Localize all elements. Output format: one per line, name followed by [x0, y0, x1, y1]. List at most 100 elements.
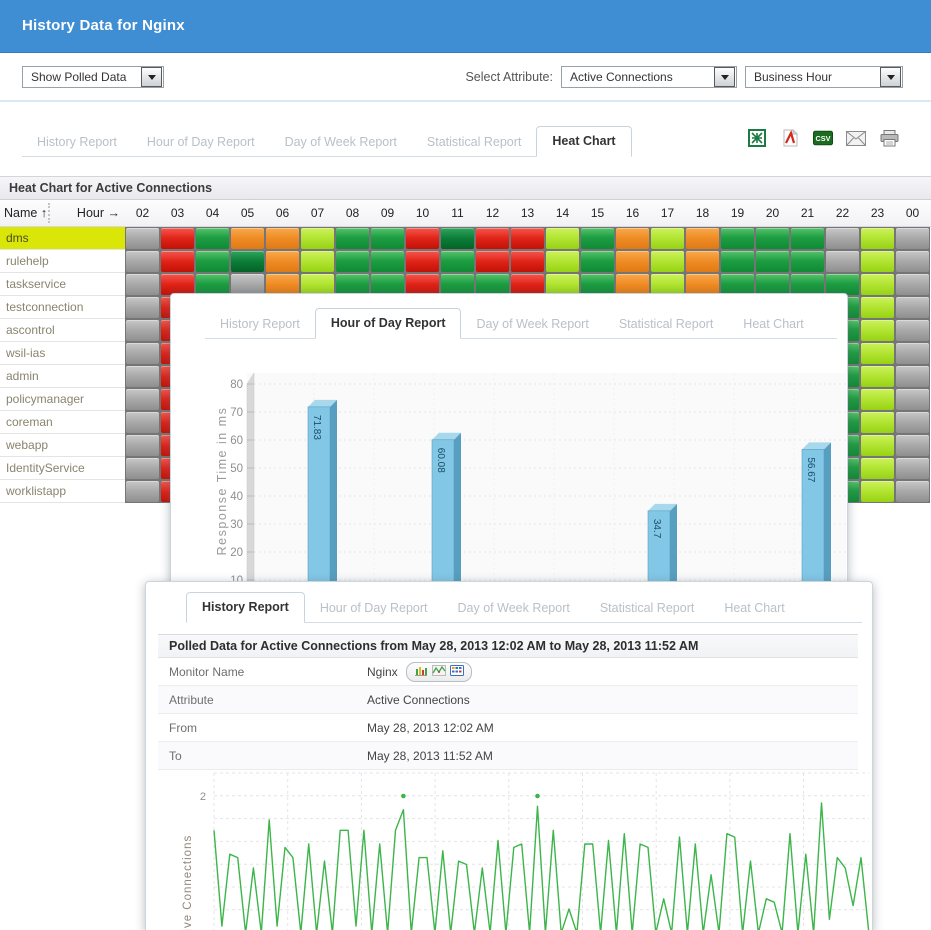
heat-cell-dms-16[interactable]: [616, 228, 649, 249]
heat-cell-ascontrol-02[interactable]: [126, 320, 159, 341]
monitor-tools-pill[interactable]: [406, 662, 472, 682]
heat-cell-webapp-00[interactable]: [896, 435, 929, 456]
tab-heat-chart[interactable]: Heat Chart: [728, 310, 818, 339]
heat-cell-policymanager-02[interactable]: [126, 389, 159, 410]
heat-cell-taskservice-14[interactable]: [546, 274, 579, 295]
heat-cell-worklistapp-00[interactable]: [896, 481, 929, 502]
heat-cell-rulehelp-18[interactable]: [686, 251, 719, 272]
bar-chart-icon[interactable]: [414, 665, 428, 679]
monitor-name-admin[interactable]: admin: [0, 365, 125, 388]
tab-hour-of-day-report[interactable]: Hour of Day Report: [132, 128, 270, 157]
tab-day-of-week-report[interactable]: Day of Week Report: [443, 594, 585, 623]
monitor-name-worklistapp[interactable]: worklistapp: [0, 480, 125, 503]
tab-history-report[interactable]: History Report: [186, 592, 305, 623]
heat-cell-dms-03[interactable]: [161, 228, 194, 249]
heat-cell-dms-05[interactable]: [231, 228, 264, 249]
name-sort-header[interactable]: Name ↑: [4, 206, 47, 220]
heat-cell-taskservice-03[interactable]: [161, 274, 194, 295]
heat-cell-taskservice-23[interactable]: [861, 274, 894, 295]
heat-cell-taskservice-02[interactable]: [126, 274, 159, 295]
heat-cell-admin-02[interactable]: [126, 366, 159, 387]
heat-cell-taskservice-16[interactable]: [616, 274, 649, 295]
monitor-name-webapp[interactable]: webapp: [0, 434, 125, 457]
heat-cell-testconnection-02[interactable]: [126, 297, 159, 318]
heat-cell-rulehelp-10[interactable]: [406, 251, 439, 272]
heat-cell-taskservice-10[interactable]: [406, 274, 439, 295]
heat-cell-rulehelp-06[interactable]: [266, 251, 299, 272]
monitor-name-IdentityService[interactable]: IdentityService: [0, 457, 125, 480]
tab-heat-chart[interactable]: Heat Chart: [536, 126, 631, 157]
chevron-down-icon[interactable]: [714, 67, 735, 87]
heat-cell-dms-13[interactable]: [511, 228, 544, 249]
heat-cell-dms-10[interactable]: [406, 228, 439, 249]
heat-cell-admin-00[interactable]: [896, 366, 929, 387]
heat-cell-rulehelp-08[interactable]: [336, 251, 369, 272]
heat-cell-taskservice-07[interactable]: [301, 274, 334, 295]
heat-cell-taskservice-12[interactable]: [476, 274, 509, 295]
line-chart-icon[interactable]: [432, 665, 446, 679]
heat-cell-dms-17[interactable]: [651, 228, 684, 249]
heat-cell-rulehelp-03[interactable]: [161, 251, 194, 272]
chevron-down-icon[interactable]: [141, 67, 162, 87]
heat-cell-coreman-23[interactable]: [861, 412, 894, 433]
heat-cell-wsil-ias-23[interactable]: [861, 343, 894, 364]
heat-cell-testconnection-00[interactable]: [896, 297, 929, 318]
heat-cell-rulehelp-15[interactable]: [581, 251, 614, 272]
attribute-select[interactable]: Active Connections: [561, 66, 737, 88]
heat-cell-rulehelp-16[interactable]: [616, 251, 649, 272]
heat-cell-dms-18[interactable]: [686, 228, 719, 249]
heat-cell-rulehelp-02[interactable]: [126, 251, 159, 272]
heat-cell-taskservice-00[interactable]: [896, 274, 929, 295]
heat-cell-rulehelp-23[interactable]: [861, 251, 894, 272]
heat-cell-dms-12[interactable]: [476, 228, 509, 249]
heat-cell-rulehelp-11[interactable]: [441, 251, 474, 272]
csv-export-icon[interactable]: CSV: [813, 128, 833, 148]
period-select[interactable]: Business Hour: [745, 66, 903, 88]
heat-cell-rulehelp-09[interactable]: [371, 251, 404, 272]
heat-cell-dms-23[interactable]: [861, 228, 894, 249]
tab-hour-of-day-report[interactable]: Hour of Day Report: [315, 308, 462, 339]
heat-cell-webapp-23[interactable]: [861, 435, 894, 456]
heat-cell-IdentityService-23[interactable]: [861, 458, 894, 479]
heat-cell-dms-11[interactable]: [441, 228, 474, 249]
tab-statistical-report[interactable]: Statistical Report: [585, 594, 709, 623]
monitor-name-ascontrol[interactable]: ascontrol: [0, 319, 125, 342]
chevron-down-icon[interactable]: [880, 67, 901, 87]
heat-cell-wsil-ias-02[interactable]: [126, 343, 159, 364]
heat-cell-rulehelp-13[interactable]: [511, 251, 544, 272]
tab-history-report[interactable]: History Report: [22, 128, 132, 157]
heat-cell-taskservice-20[interactable]: [756, 274, 789, 295]
heat-cell-rulehelp-00[interactable]: [896, 251, 929, 272]
heat-cell-dms-20[interactable]: [756, 228, 789, 249]
heat-cell-taskservice-09[interactable]: [371, 274, 404, 295]
heat-cell-rulehelp-12[interactable]: [476, 251, 509, 272]
heat-cell-dms-08[interactable]: [336, 228, 369, 249]
heat-cell-ascontrol-00[interactable]: [896, 320, 929, 341]
heat-cell-webapp-02[interactable]: [126, 435, 159, 456]
heat-cell-taskservice-17[interactable]: [651, 274, 684, 295]
heat-cell-IdentityService-00[interactable]: [896, 458, 929, 479]
tab-heat-chart[interactable]: Heat Chart: [709, 594, 799, 623]
heat-cell-taskservice-22[interactable]: [826, 274, 859, 295]
excel-export-icon[interactable]: [747, 128, 767, 148]
heat-cell-dms-19[interactable]: [721, 228, 754, 249]
heat-cell-IdentityService-02[interactable]: [126, 458, 159, 479]
heat-cell-taskservice-11[interactable]: [441, 274, 474, 295]
monitor-name-dms[interactable]: dms: [0, 227, 125, 250]
heat-cell-ascontrol-23[interactable]: [861, 320, 894, 341]
show-polled-data-select[interactable]: Show Polled Data: [22, 66, 164, 88]
monitor-name-taskservice[interactable]: taskservice: [0, 273, 125, 296]
monitor-name-policymanager[interactable]: policymanager: [0, 388, 125, 411]
heat-cell-rulehelp-05[interactable]: [231, 251, 264, 272]
monitor-name-testconnection[interactable]: testconnection: [0, 296, 125, 319]
heat-cell-rulehelp-20[interactable]: [756, 251, 789, 272]
monitor-name-coreman[interactable]: coreman: [0, 411, 125, 434]
heat-cell-dms-02[interactable]: [126, 228, 159, 249]
heat-cell-rulehelp-21[interactable]: [791, 251, 824, 272]
heat-cell-taskservice-05[interactable]: [231, 274, 264, 295]
table-icon[interactable]: [450, 665, 464, 679]
monitor-name-wsil-ias[interactable]: wsil-ias: [0, 342, 125, 365]
heat-cell-worklistapp-23[interactable]: [861, 481, 894, 502]
heat-cell-rulehelp-22[interactable]: [826, 251, 859, 272]
heat-cell-dms-14[interactable]: [546, 228, 579, 249]
